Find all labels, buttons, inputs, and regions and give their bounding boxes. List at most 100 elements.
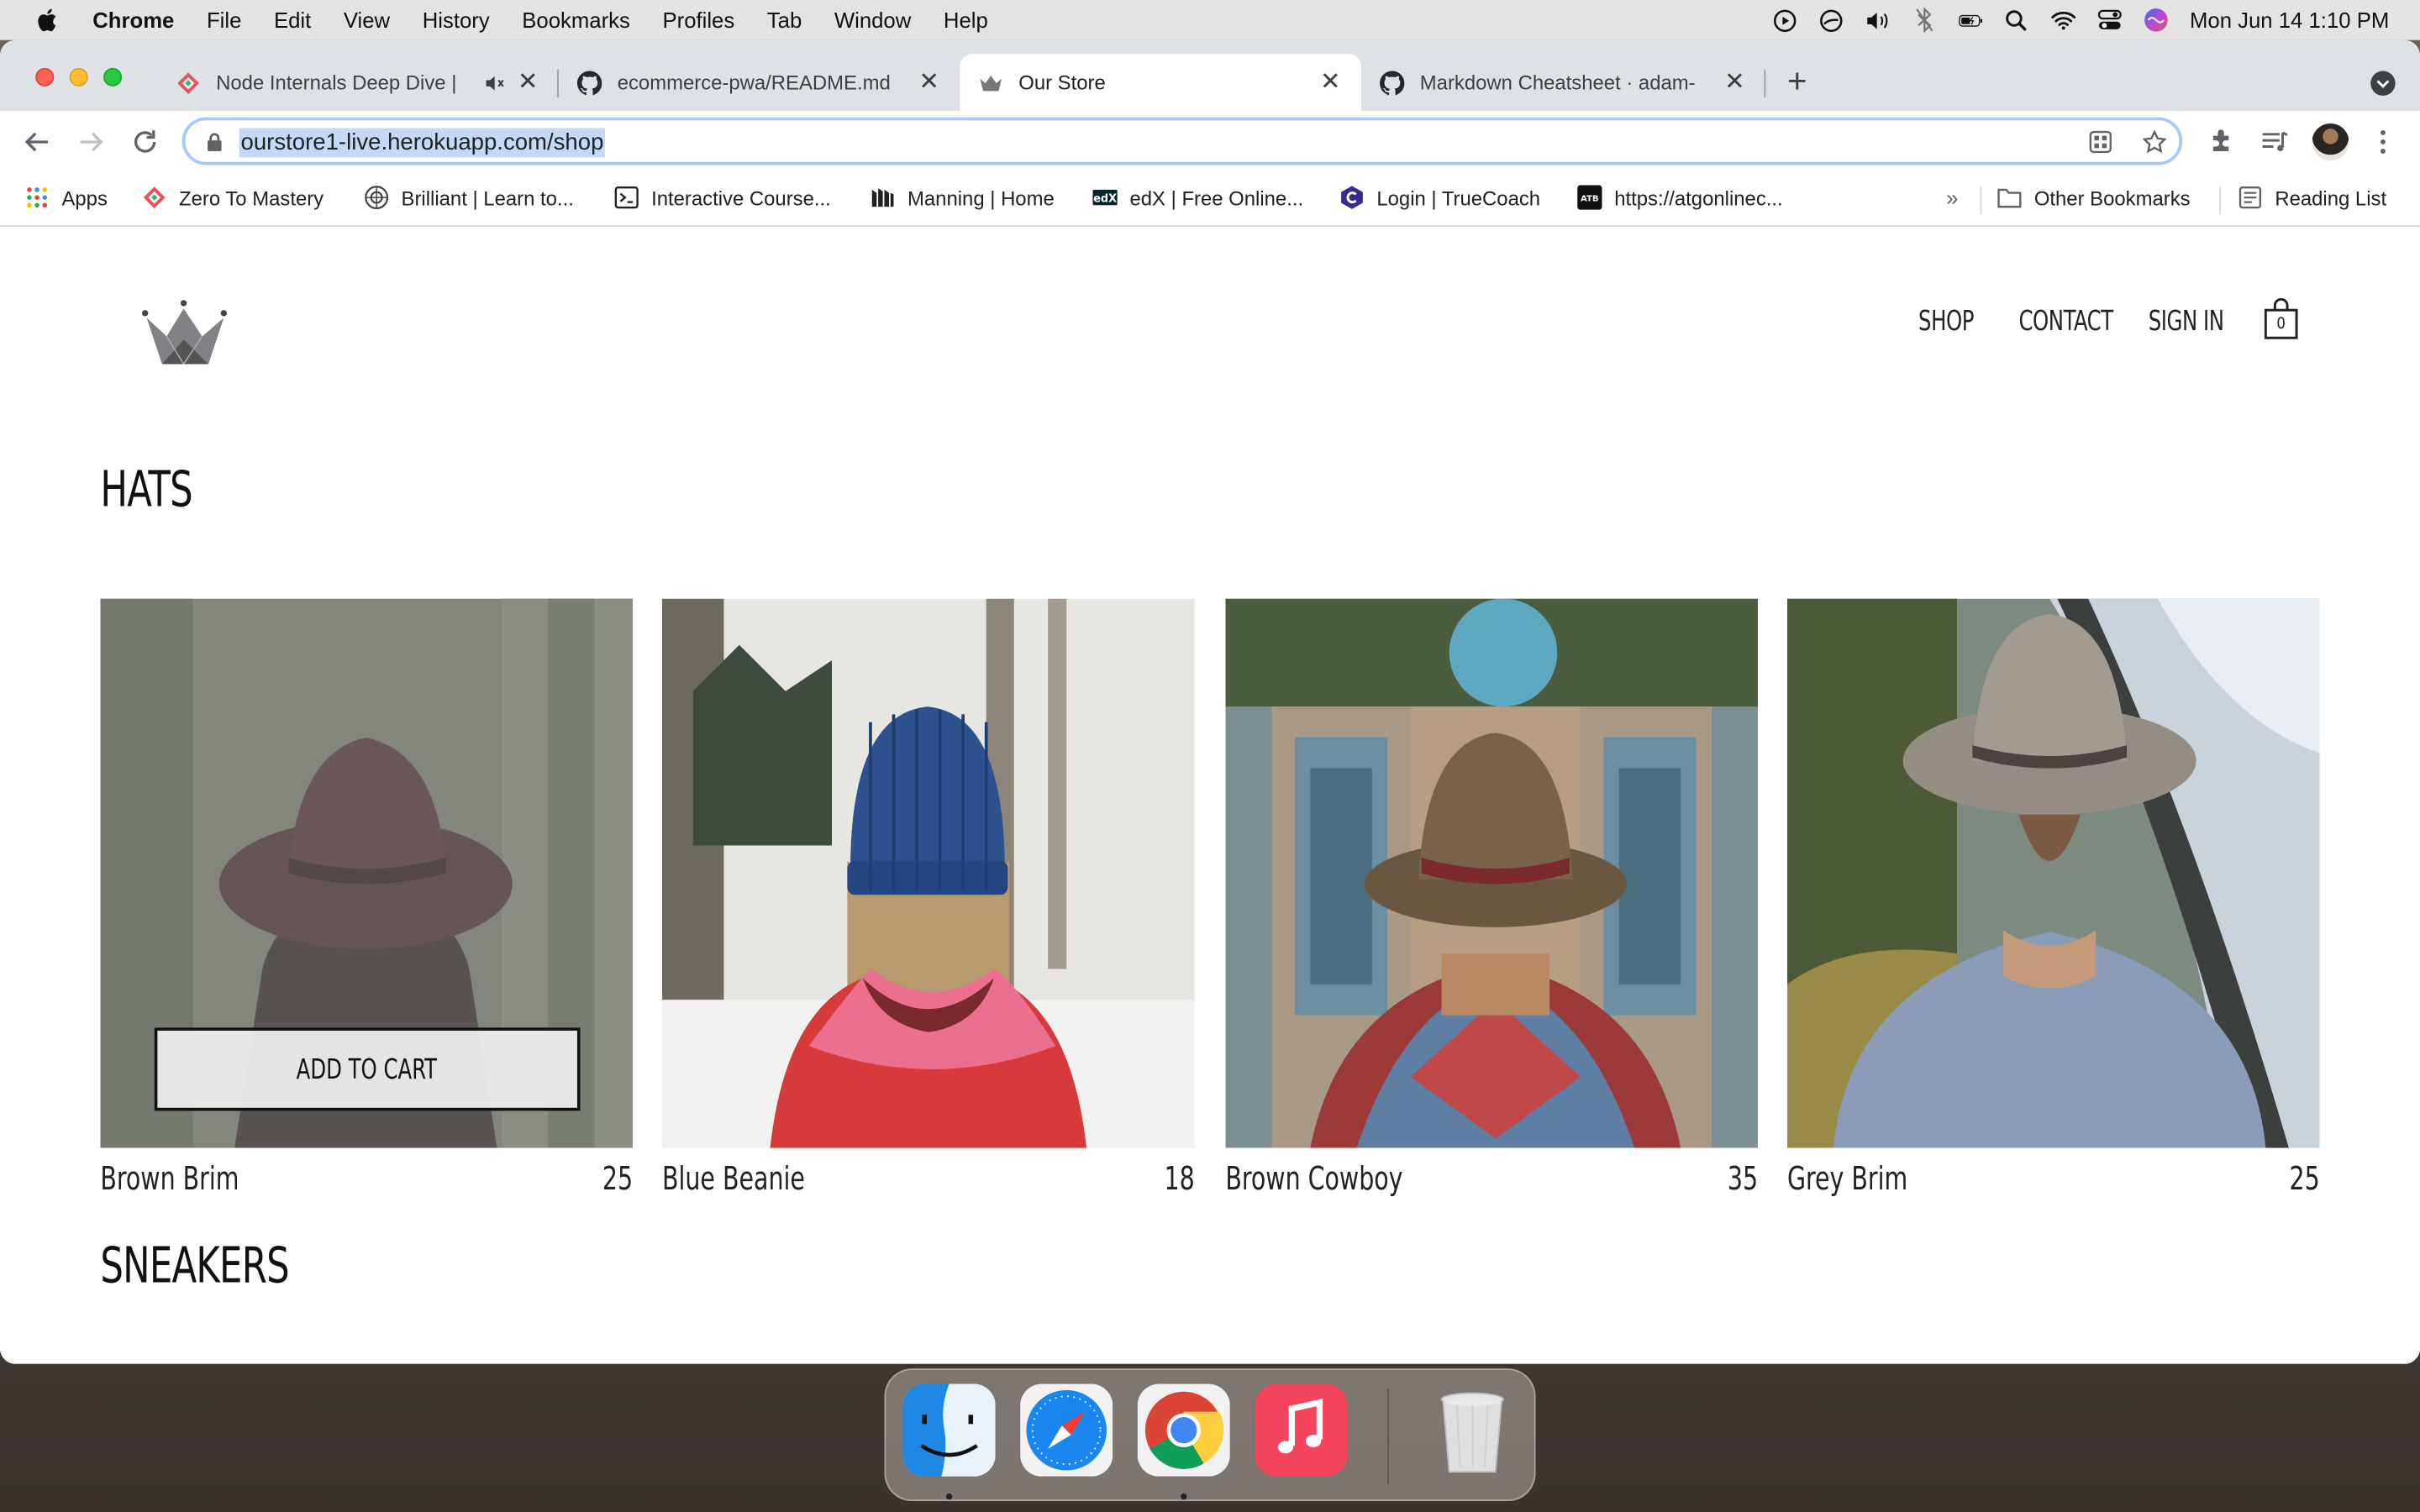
menu-history[interactable]: History <box>423 8 490 32</box>
forward-button[interactable] <box>76 127 107 158</box>
tab-title: Markdown Cheatsheet · adam- <box>1419 71 1696 95</box>
more-bookmarks-button[interactable]: » <box>1946 185 1958 209</box>
more-menu-icon[interactable] <box>2368 127 2399 158</box>
tab-title: Our Store <box>1018 71 1106 95</box>
menu-window[interactable]: Window <box>834 8 911 32</box>
add-to-cart-button[interactable]: ADD TO CART <box>154 1027 581 1111</box>
product-card-brown-cowboy[interactable]: Brown Cowboy 35 <box>1225 598 1759 1200</box>
minimize-window-button[interactable] <box>69 67 88 87</box>
other-bookmarks-label: Other Bookmarks <box>2033 186 2191 209</box>
battery-icon[interactable] <box>1958 8 1982 32</box>
other-bookmarks-folder[interactable]: Other Bookmarks <box>1997 185 2191 209</box>
bookmark-label: https://atgonlinec... <box>1614 186 1783 209</box>
dock-finder[interactable] <box>902 1383 996 1477</box>
menu-bookmarks[interactable]: Bookmarks <box>522 8 630 32</box>
crown-logo-icon[interactable] <box>139 299 231 370</box>
menu-tab[interactable]: Tab <box>767 8 802 32</box>
product-price: 18 <box>1164 1160 1195 1198</box>
browser-window: Node Internals Deep Dive | ✕ ecommerce-p… <box>0 39 2420 1364</box>
product-card-brown-brim[interactable]: ADD TO CART Brown Brim 25 <box>100 598 634 1200</box>
bookmark-brilliant[interactable]: Brilliant | Learn to... <box>364 185 574 210</box>
control-center-icon[interactable] <box>2097 8 2122 32</box>
menu-help[interactable]: Help <box>944 8 988 32</box>
terminal-icon <box>614 186 639 209</box>
menu-bar-clock[interactable]: Mon Jun 14 1:10 PM <box>2190 8 2389 32</box>
bookmarks-divider <box>2219 186 2222 215</box>
url-text[interactable]: ourstore1-live.herokuapp.com/shop <box>239 128 606 158</box>
menu-app-chrome[interactable]: Chrome <box>92 8 174 32</box>
screen-record-icon[interactable] <box>1773 8 1797 32</box>
bookmark-truecoach[interactable]: Login | TrueCoach <box>1339 185 1540 209</box>
nav-sign-in-link[interactable]: SIGN IN <box>2149 306 2224 339</box>
running-indicator <box>945 1493 953 1500</box>
reading-list-icon <box>2238 186 2262 209</box>
bookmark-zero-to-mastery[interactable]: Zero To Mastery <box>142 185 324 209</box>
product-price: 25 <box>602 1160 634 1198</box>
dock-chrome[interactable] <box>1137 1383 1230 1477</box>
github-icon <box>1380 70 1405 95</box>
bookmark-apps[interactable]: Apps <box>24 185 108 209</box>
manning-icon <box>871 188 894 207</box>
install-app-icon[interactable] <box>2088 129 2112 154</box>
address-bar[interactable]: ourstore1-live.herokuapp.com/shop <box>182 117 2183 165</box>
bookmark-manning[interactable]: Manning | Home <box>871 185 1055 209</box>
new-tab-button[interactable]: + <box>1787 64 1807 97</box>
reload-button[interactable] <box>129 127 160 158</box>
close-tab-icon[interactable]: ✕ <box>917 70 941 95</box>
bookmark-atgonline[interactable]: ATB https://atgonlinec... <box>1577 185 1783 210</box>
close-tab-icon[interactable]: ✕ <box>1318 70 1343 95</box>
zero-to-mastery-icon <box>143 186 166 208</box>
tab-search-button[interactable] <box>2370 71 2396 96</box>
nav-shop-link[interactable]: SHOP <box>1918 306 1974 339</box>
dock-trash[interactable] <box>1426 1384 1518 1477</box>
product-card-blue-beanie[interactable]: Blue Beanie 18 <box>661 598 1195 1200</box>
close-tab-icon[interactable]: ✕ <box>1723 70 1747 95</box>
safari-icon <box>1020 1383 1113 1477</box>
media-controls-icon[interactable] <box>2260 127 2291 158</box>
lock-icon[interactable] <box>203 131 225 153</box>
bluetooth-icon[interactable] <box>1912 8 1936 33</box>
profile-avatar[interactable] <box>2312 123 2349 161</box>
zoom-window-button[interactable] <box>103 67 123 87</box>
bookmark-star-icon[interactable] <box>2142 129 2167 154</box>
menu-profiles[interactable]: Profiles <box>662 8 734 32</box>
wifi-icon[interactable] <box>2050 8 2075 32</box>
volume-icon[interactable] <box>1865 8 1890 32</box>
truecoach-icon <box>1341 186 1363 209</box>
add-to-cart-label: ADD TO CART <box>297 1053 438 1086</box>
tab-ecommerce-readme[interactable]: ecommerce-pwa/README.md ✕ <box>559 54 960 111</box>
menu-file[interactable]: File <box>207 8 241 32</box>
menu-view[interactable]: View <box>344 8 390 32</box>
nav-contact-link[interactable]: CONTACT <box>2018 306 2113 339</box>
back-button[interactable] <box>22 127 53 158</box>
tab-markdown-cheatsheet[interactable]: Markdown Cheatsheet · adam- ✕ <box>1361 54 1766 111</box>
close-window-button[interactable] <box>35 67 55 87</box>
apple-icon[interactable] <box>34 6 61 34</box>
tab-divider <box>1764 69 1766 97</box>
running-indicator <box>1181 1493 1187 1500</box>
focus-icon[interactable] <box>1819 8 1844 32</box>
tab-strip: Node Internals Deep Dive | ✕ ecommerce-p… <box>0 39 2420 112</box>
reading-list-button[interactable]: Reading List <box>2238 185 2386 209</box>
section-title-hats[interactable]: HATS <box>100 459 192 518</box>
cart-button[interactable]: 0 <box>2263 297 2300 340</box>
spotlight-search-icon[interactable] <box>2005 8 2029 32</box>
product-image-grey-brim <box>1786 598 2320 1148</box>
bookmark-interactive-course[interactable]: Interactive Course... <box>614 185 831 209</box>
tab-audio-icon[interactable] <box>485 73 507 92</box>
extensions-icon[interactable] <box>2207 127 2238 158</box>
product-card-grey-brim[interactable]: Grey Brim 25 <box>1786 598 2320 1200</box>
dock-safari[interactable] <box>1020 1383 1113 1477</box>
section-title-sneakers[interactable]: SNEAKERS <box>100 1236 289 1294</box>
tab-node-internals[interactable]: Node Internals Deep Dive | ✕ <box>157 54 559 111</box>
atb-icon: ATB <box>1577 185 1602 210</box>
dock-music[interactable] <box>1255 1383 1348 1477</box>
siri-icon[interactable] <box>2144 8 2168 32</box>
tab-our-store[interactable]: Our Store ✕ <box>960 54 1362 112</box>
close-tab-icon[interactable]: ✕ <box>515 70 539 95</box>
product-name: Blue Beanie <box>661 1160 805 1198</box>
macos-dock <box>884 1368 1536 1502</box>
reading-list-label: Reading List <box>2275 186 2387 209</box>
bookmark-edx[interactable]: edX edX | Free Online... <box>1092 185 1303 209</box>
menu-edit[interactable]: Edit <box>274 8 311 32</box>
